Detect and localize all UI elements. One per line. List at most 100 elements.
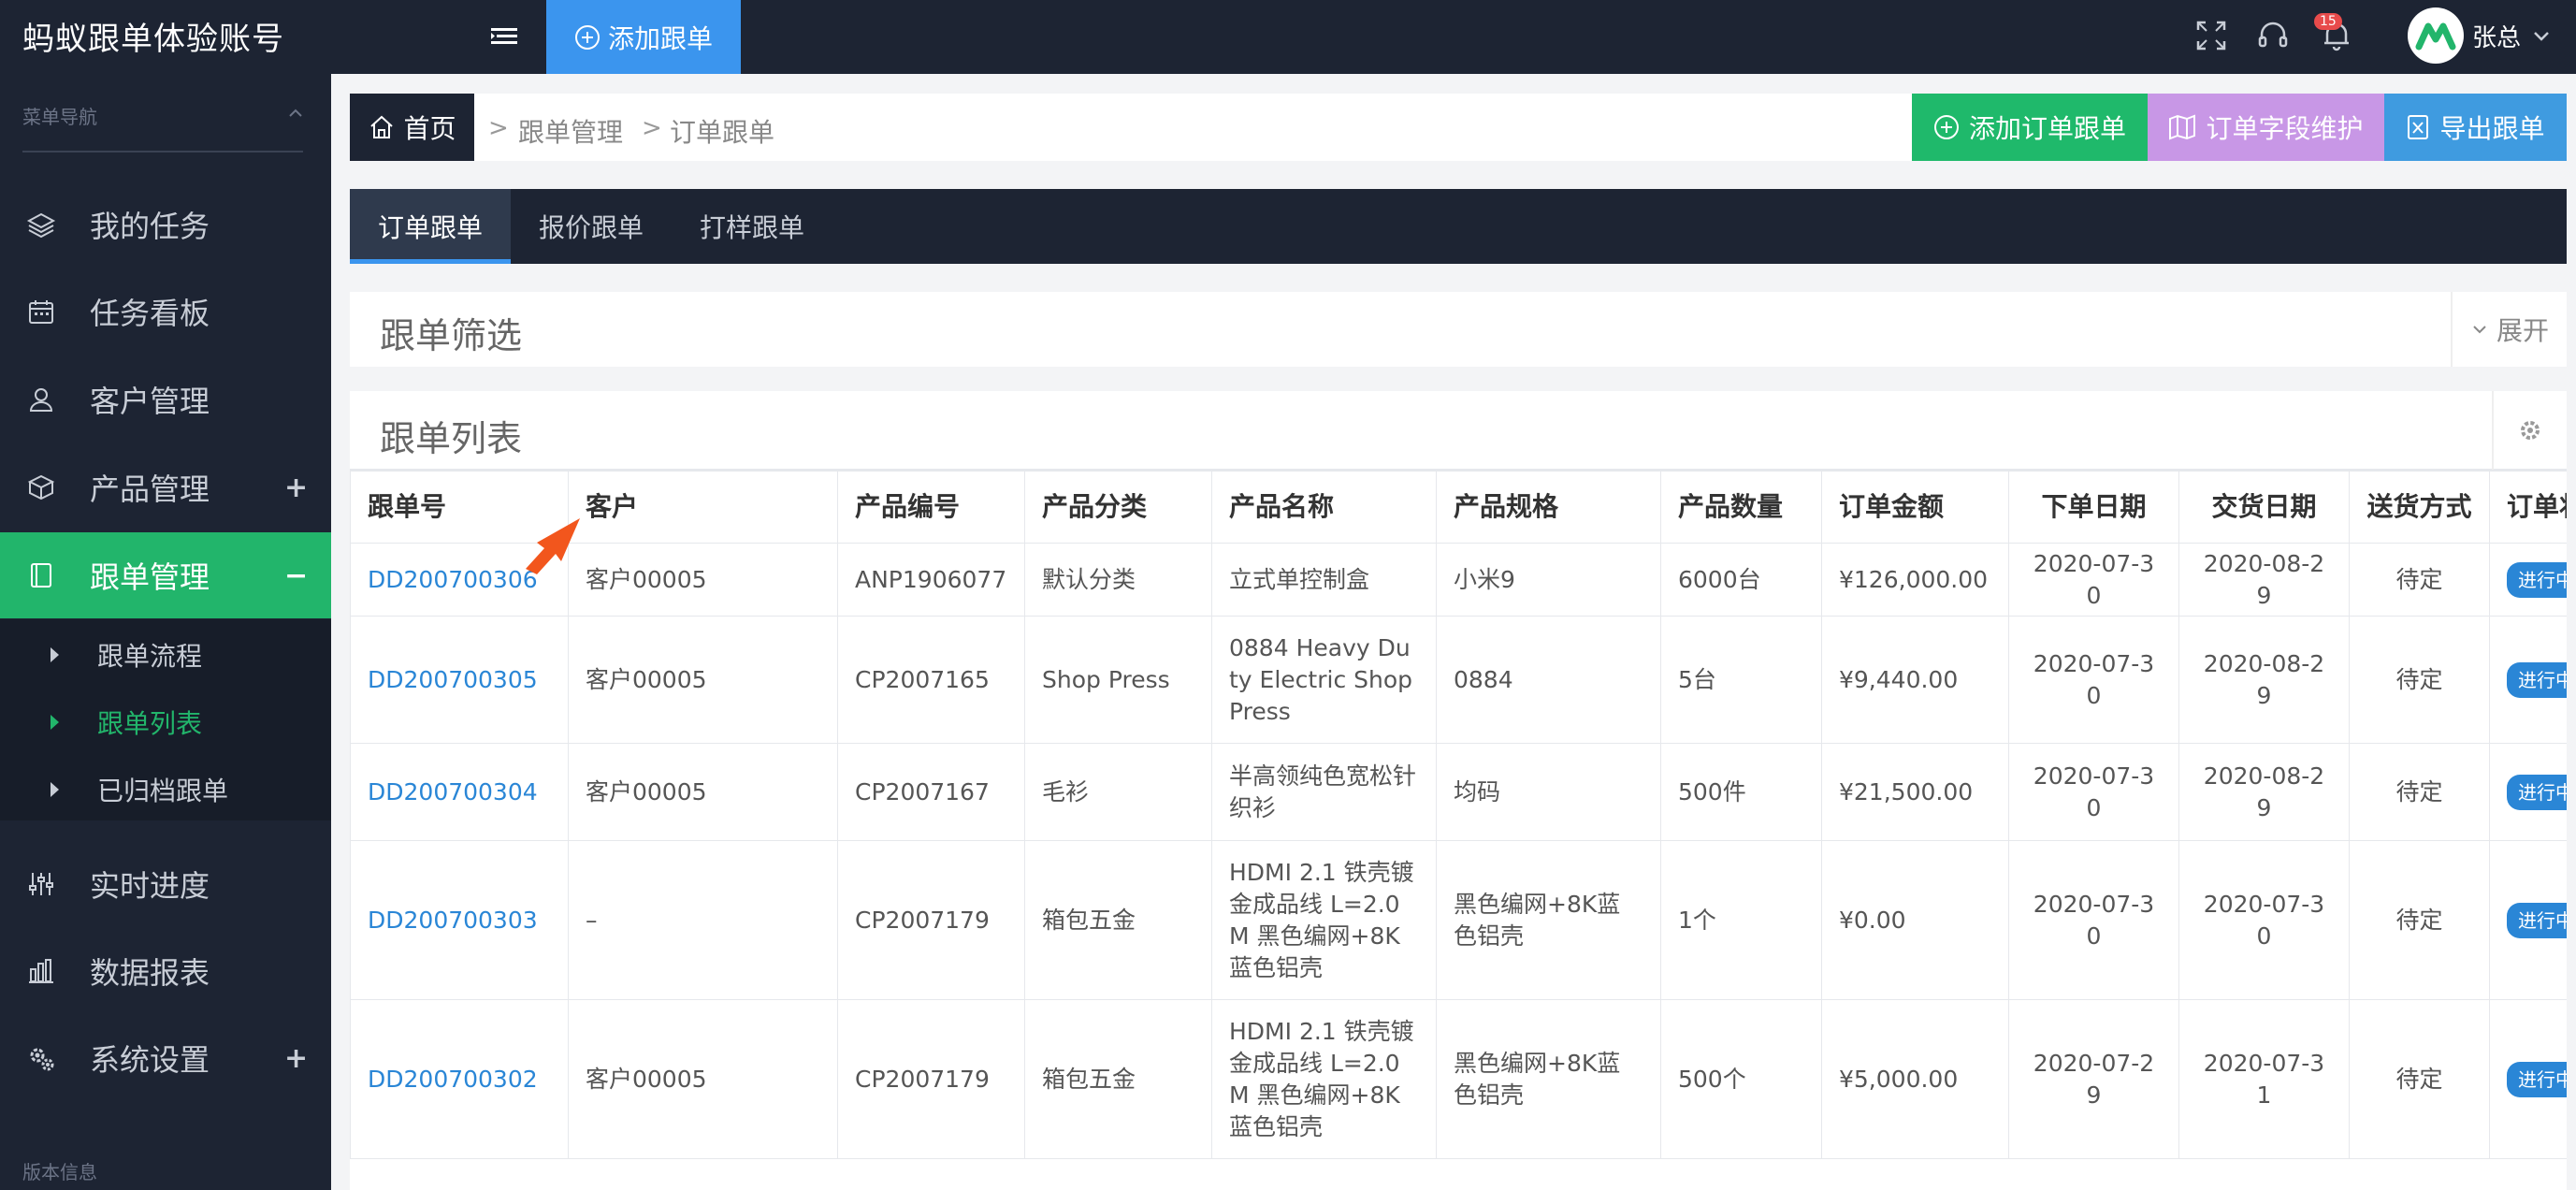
version-info[interactable]: 版本信息 [22, 1157, 97, 1184]
sidebar-subitem-label: 跟单流程 [97, 641, 203, 672]
order-number-link[interactable]: DD200700304 [368, 778, 538, 805]
table-header-row: 跟单号 客户 产品编号 产品分类 产品名称 产品规格 产品数量 订单金额 下单日… [350, 471, 2567, 544]
quantity-cell: 500个 [1660, 999, 1822, 1159]
column-header[interactable]: 客户 [568, 471, 838, 544]
sidebar-item-products[interactable]: 产品管理 + [0, 444, 331, 530]
caret-right-icon [51, 782, 59, 797]
excel-file-icon [2408, 115, 2429, 139]
sidebar-item-task-board[interactable]: 任务看板 [0, 268, 331, 355]
column-header[interactable]: 产品名称 [1211, 471, 1437, 544]
bar-chart-icon [29, 959, 53, 983]
product-code-cell: CP2007167 [837, 743, 1025, 841]
gears-icon [30, 1048, 54, 1071]
order-table-container[interactable]: 跟单号 客户 产品编号 产品分类 产品名称 产品规格 产品数量 订单金额 下单日… [350, 471, 2567, 1190]
collapse-minus-icon[interactable]: − [284, 559, 308, 592]
avatar[interactable] [2408, 7, 2464, 64]
caret-right-icon [51, 647, 59, 662]
column-header[interactable]: 送货方式 [2349, 471, 2490, 544]
sidebar-subitem-order-list[interactable]: 跟单列表 [0, 689, 331, 756]
export-button[interactable]: 导出跟单 [2384, 94, 2567, 161]
sidebar-item-label: 跟单管理 [90, 559, 210, 595]
order-number-link[interactable]: DD200700303 [368, 907, 538, 934]
breadcrumb-home[interactable]: 首页 [350, 94, 474, 161]
sidebar-item-reports[interactable]: 数据报表 [0, 928, 331, 1014]
add-order-button[interactable]: 添加订单跟单 [1912, 94, 2148, 161]
field-maintain-button[interactable]: 订单字段维护 [2148, 94, 2384, 161]
tab-order-tracking[interactable]: 订单跟单 [350, 189, 511, 264]
order-date-cell: 2020-07-30 [2008, 840, 2179, 1000]
sidebar-item-my-tasks[interactable]: 我的任务 [0, 181, 331, 268]
breadcrumb-level1[interactable]: 跟单管理 [518, 112, 623, 150]
product-name-cell: 立式单控制盒 [1211, 543, 1437, 617]
table-settings-button[interactable] [2492, 391, 2567, 470]
status-badge: 进行中 [2507, 774, 2567, 810]
order-number-link[interactable]: DD200700306 [368, 566, 538, 593]
expand-plus-icon[interactable]: + [284, 472, 308, 504]
chevron-down-icon[interactable] [2530, 24, 2553, 47]
sidebar-item-label: 我的任务 [90, 209, 210, 244]
column-header[interactable]: 产品规格 [1436, 471, 1661, 544]
order-date-cell: 2020-07-30 [2008, 616, 2179, 744]
amount-cell: ¥9,440.00 [1821, 616, 2009, 744]
customer-cell: – [568, 840, 838, 1000]
column-header[interactable]: 产品数量 [1660, 471, 1822, 544]
headset-icon[interactable] [2254, 17, 2292, 54]
sidebar-item-customers[interactable]: 客户管理 [0, 356, 331, 443]
column-header[interactable]: 订单金额 [1821, 471, 2009, 544]
column-header[interactable]: 下单日期 [2008, 471, 2179, 544]
sidebar-subitem-archived[interactable]: 已归档跟单 [0, 756, 331, 823]
table-row[interactable]: DD200700302 客户00005 CP2007179 箱包五金 HDMI … [350, 999, 2567, 1159]
customer-cell: 客户00005 [568, 543, 838, 617]
fullscreen-icon[interactable] [2192, 17, 2230, 54]
delivery-date-cell: 2020-07-31 [2178, 999, 2350, 1159]
sidebar: 菜单导航 我的任务 任务看板 客户管理 产品管理 + 跟单管理 − 跟单流程 跟… [0, 74, 331, 1190]
table-row[interactable]: DD200700303 – CP2007179 箱包五金 HDMI 2.1 铁壳… [350, 840, 2567, 1000]
amount-cell: ¥0.00 [1821, 840, 2009, 1000]
customer-cell: 客户00005 [568, 743, 838, 841]
column-header[interactable]: 产品编号 [837, 471, 1025, 544]
filter-panel: 跟单筛选 展开 [350, 292, 2567, 367]
order-date-cell: 2020-07-30 [2008, 743, 2179, 841]
category-cell: Shop Press [1024, 616, 1212, 744]
user-name[interactable]: 张总 [2472, 19, 2521, 53]
expand-button[interactable]: 展开 [2451, 292, 2567, 367]
add-order-button-label: 添加订单跟单 [1968, 113, 2126, 144]
plus-circle-icon [1933, 115, 1959, 139]
spec-cell: 黑色编网+8K蓝色铝壳 [1436, 999, 1661, 1159]
order-number-link[interactable]: DD200700302 [368, 1066, 538, 1093]
breadcrumb-home-label: 首页 [403, 113, 456, 144]
product-code-cell: CP2007165 [837, 616, 1025, 744]
category-cell: 箱包五金 [1024, 999, 1212, 1159]
amount-cell: ¥5,000.00 [1821, 999, 2009, 1159]
tab-sample-tracking[interactable]: 打样跟单 [672, 189, 832, 264]
column-header[interactable]: 交货日期 [2178, 471, 2350, 544]
amount-cell: ¥126,000.00 [1821, 543, 2009, 617]
top-bar: 蚂蚁跟单体验账号 添加跟单 15 张总 [0, 0, 2576, 74]
category-cell: 毛衫 [1024, 743, 1212, 841]
column-header[interactable]: 产品分类 [1024, 471, 1212, 544]
field-maintain-button-label: 订单字段维护 [2206, 113, 2364, 144]
sidebar-item-realtime-progress[interactable]: 实时进度 [0, 841, 331, 927]
sidebar-subitem-order-flow[interactable]: 跟单流程 [0, 621, 331, 689]
expand-plus-icon[interactable]: + [284, 1042, 308, 1075]
nav-header: 菜单导航 [22, 106, 97, 128]
shipping-cell: 待定 [2349, 999, 2490, 1159]
chevron-up-icon[interactable] [286, 104, 305, 123]
order-number-link[interactable]: DD200700305 [368, 666, 538, 693]
table-row[interactable]: DD200700305 客户00005 CP2007165 Shop Press… [350, 616, 2567, 744]
sidebar-item-settings[interactable]: 系统设置 + [0, 1015, 331, 1101]
annotation-arrow-icon [526, 518, 580, 574]
tab-quote-tracking[interactable]: 报价跟单 [511, 189, 672, 264]
shipping-cell: 待定 [2349, 616, 2490, 744]
expand-button-label: 展开 [2496, 315, 2549, 346]
add-order-tab[interactable]: 添加跟单 [546, 0, 741, 74]
sidebar-item-order-management[interactable]: 跟单管理 − [0, 532, 331, 618]
table-row[interactable]: DD200700306 客户00005 ANP1906077 默认分类 立式单控… [350, 543, 2567, 617]
table-row[interactable]: DD200700304 客户00005 CP2007167 毛衫 半高领纯色宽松… [350, 743, 2567, 841]
status-badge: 进行中 [2507, 561, 2567, 598]
menu-toggle-icon[interactable] [488, 21, 520, 52]
product-name-cell: 半高领纯色宽松针织衫 [1211, 743, 1437, 841]
brand-logo-icon [2415, 22, 2456, 51]
product-name-cell: HDMI 2.1 铁壳镀金成品线 L=2.0M 黑色编网+8K蓝色铝壳 [1211, 999, 1437, 1159]
column-header[interactable]: 订单状态 [2489, 471, 2567, 544]
